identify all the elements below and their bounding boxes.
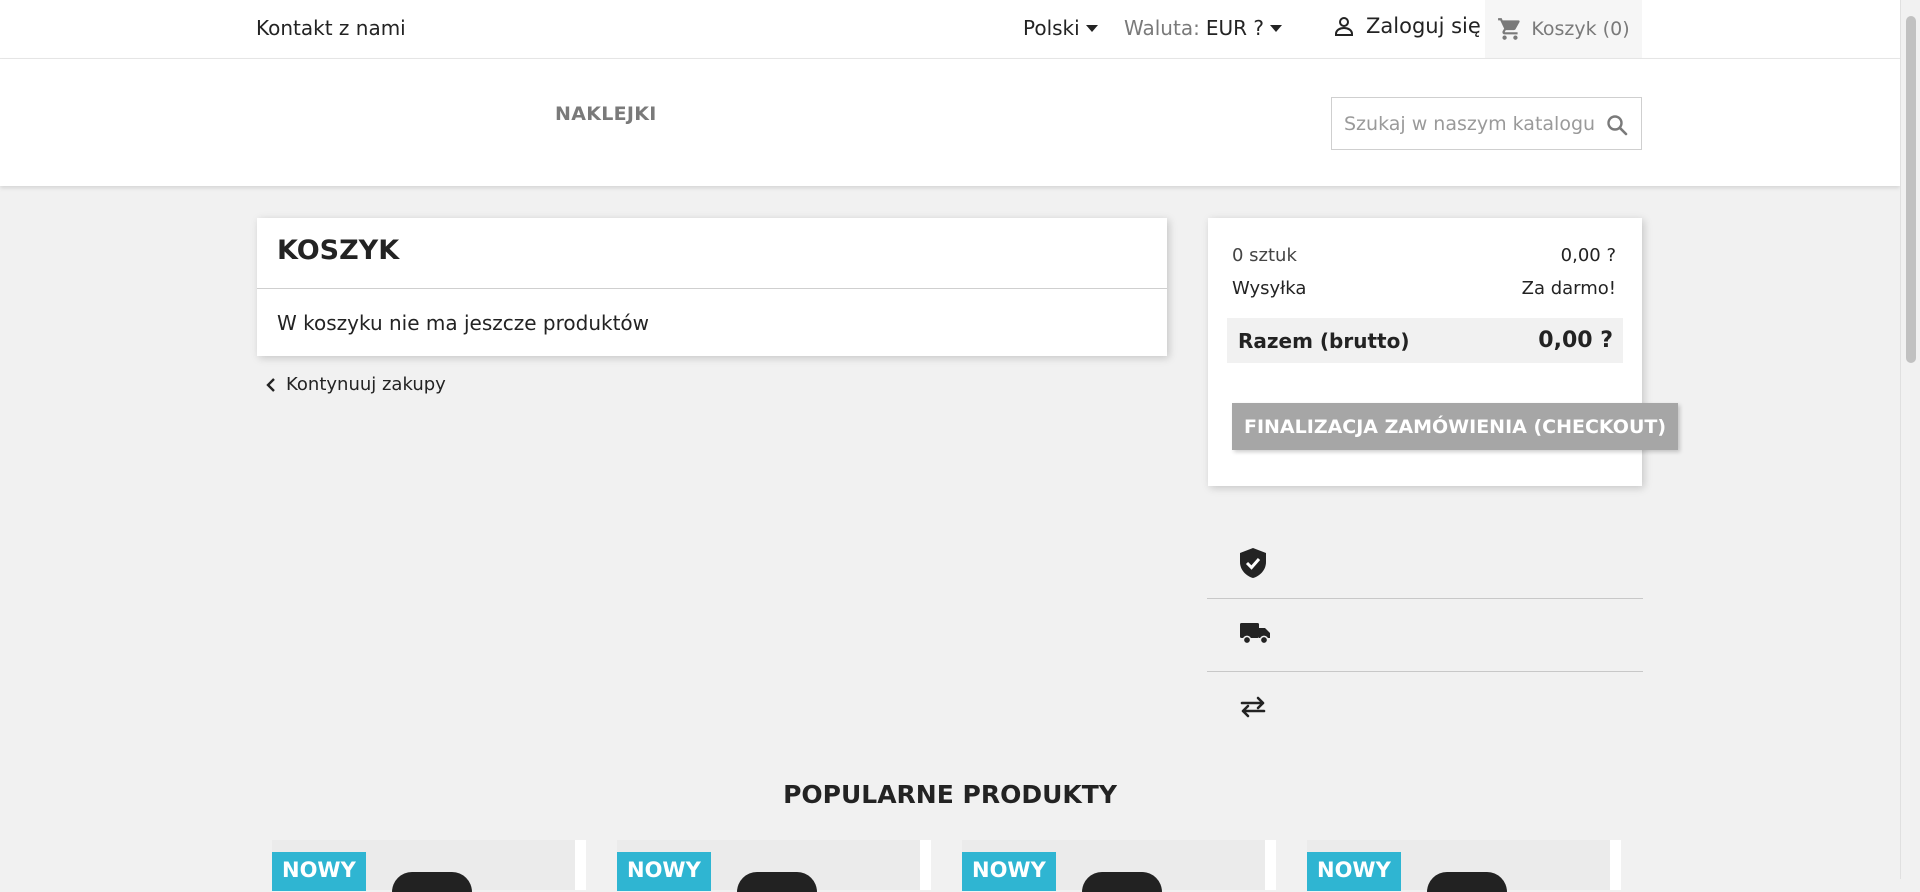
page-title: KOSZYK [277, 235, 400, 266]
section-title: POPULARNE PRODUKTY [783, 780, 1117, 809]
empty-cart-message: W koszyku nie ma jeszcze produktów [277, 311, 650, 335]
product-shirt-image [1427, 872, 1507, 892]
checkout-button[interactable]: FINALIZACJA ZAMÓWIENIA (CHECKOUT) [1232, 403, 1678, 450]
language-label: Polski [1023, 16, 1080, 40]
login-link[interactable]: Zaloguj się [1332, 14, 1481, 38]
swap-arrows-icon [1239, 696, 1267, 718]
chevron-left-icon [264, 377, 278, 393]
currency-selector[interactable]: Waluta: EUR ? [1124, 16, 1282, 40]
cart-button[interactable]: Koszyk (0) [1485, 0, 1642, 58]
shopping-cart-icon [1497, 16, 1523, 42]
product-shirt-image [392, 872, 472, 892]
chevron-down-icon [1085, 24, 1098, 32]
total-label: Razem (brutto) [1238, 328, 1410, 353]
shipping-value: Za darmo! [1521, 278, 1616, 299]
shipping-label: Wysyłka [1232, 278, 1307, 299]
cart-panel: KOSZYK W koszyku nie ma jeszcze produktó… [257, 218, 1167, 356]
divider [257, 288, 1167, 289]
page-scrollbar[interactable] [1900, 0, 1920, 879]
currency-value: EUR ? [1205, 16, 1264, 40]
product-shirt-image [737, 872, 817, 892]
contact-link[interactable]: Kontakt z nami [256, 16, 406, 40]
total-value: 0,00 ? [1538, 328, 1613, 353]
new-badge: NOWY [962, 852, 1056, 891]
reassurance-item-security [1207, 527, 1643, 598]
scrollbar-thumb[interactable] [1906, 16, 1916, 363]
reassurance-item-delivery [1207, 599, 1643, 670]
cart-summary: 0 sztuk 0,00 ? Wysyłka Za darmo! Razem (… [1208, 218, 1678, 486]
top-nav: Kontakt z nami Polski Waluta: EUR ? Zalo… [0, 0, 1900, 59]
login-label: Zaloguj się [1366, 14, 1481, 38]
continue-shopping-link[interactable]: Kontynuuj zakupy [264, 374, 446, 395]
items-value: 0,00 ? [1560, 245, 1616, 266]
truck-icon [1239, 621, 1271, 645]
search-icon[interactable] [1605, 113, 1629, 137]
product-card[interactable]: NOWY [272, 840, 586, 892]
search-input[interactable] [1344, 98, 1604, 149]
cart-label: Koszyk (0) [1531, 18, 1630, 40]
menu-item-naklejki[interactable]: NAKLEJKI [555, 103, 657, 125]
new-badge: NOWY [1307, 852, 1401, 891]
language-selector[interactable]: Polski [1023, 16, 1098, 40]
search-box [1331, 97, 1642, 150]
product-shirt-image [1082, 872, 1162, 892]
currency-label: Waluta: [1124, 16, 1200, 40]
continue-shopping-label: Kontynuuj zakupy [286, 374, 446, 395]
reassurance-item-returns [1207, 672, 1643, 743]
chevron-down-icon [1269, 24, 1282, 32]
new-badge: NOWY [617, 852, 711, 891]
product-card[interactable]: NOWY [617, 840, 931, 892]
items-row: 0 sztuk 0,00 ? [1232, 245, 1616, 266]
user-icon [1332, 14, 1356, 38]
shield-check-icon [1239, 547, 1267, 579]
items-count: 0 sztuk [1232, 245, 1297, 266]
shipping-row: Wysyłka Za darmo! [1232, 278, 1616, 299]
product-card[interactable]: NOWY [962, 840, 1276, 892]
new-badge: NOWY [272, 852, 366, 891]
product-card[interactable]: NOWY [1307, 840, 1621, 892]
total-row: Razem (brutto) 0,00 ? [1227, 318, 1623, 363]
site-header: NAKLEJKI [0, 59, 1900, 186]
